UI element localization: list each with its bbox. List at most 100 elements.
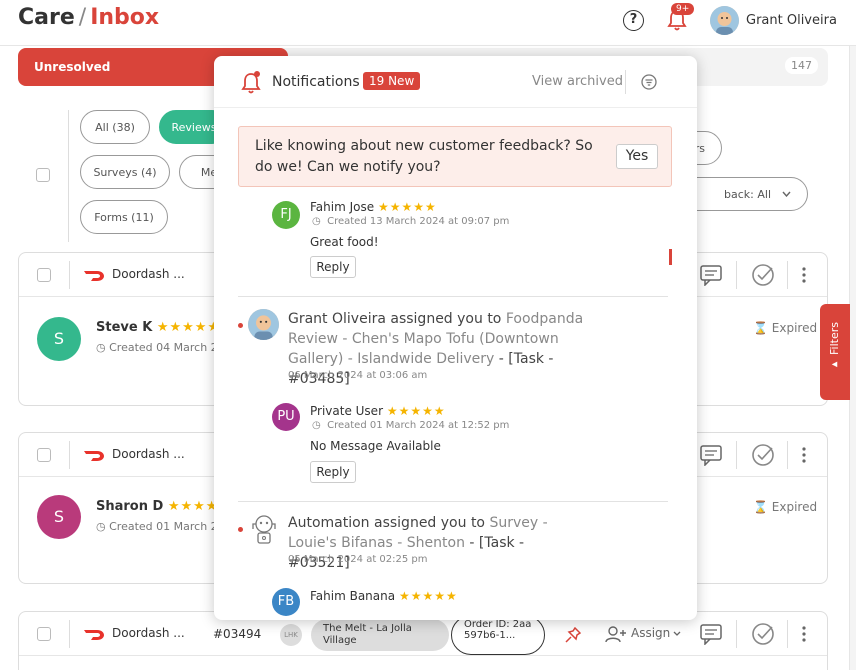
more-vertical-icon[interactable] (801, 626, 807, 642)
customer-avatar: S (37, 317, 81, 361)
filter-pill-all[interactable]: All (38) (80, 110, 150, 144)
review-created-text: Created 13 March 2024 at 09:07 pm (327, 216, 510, 227)
message-icon[interactable] (699, 623, 723, 645)
notifications-popover: Notifications 19 New View archived Like … (214, 56, 697, 620)
assign-user-icon[interactable] (605, 625, 627, 643)
filters-label[interactable]: ▸ Filters (828, 322, 841, 371)
assign-label[interactable]: Assign (631, 626, 670, 640)
review-text: Great food! (310, 235, 379, 249)
page-scrollbar[interactable] (849, 46, 856, 670)
help-icon[interactable]: ? (623, 10, 644, 31)
reply-button[interactable]: Reply (310, 256, 356, 278)
review-text: No Message Available (310, 439, 441, 453)
scroll-indicator (669, 249, 672, 265)
rating-stars: ★★★★★ (156, 320, 221, 335)
review-created: ◷ Created 01 March 2024 at 12:52 pm (312, 420, 510, 431)
toolbar-divider (69, 261, 70, 289)
created-date-text: Created 01 March 20 (109, 520, 225, 533)
notify-prompt: Like knowing about new customer feedback… (238, 126, 672, 187)
reviewer-avatar: FJ (272, 201, 300, 229)
filter-pill-forms[interactable]: Forms (11) (80, 200, 168, 234)
customer-name: Sharon D (96, 499, 164, 514)
view-archived-link[interactable]: View archived (532, 74, 623, 89)
status-text: Expired (771, 321, 818, 335)
location-chip[interactable]: The Melt - La Jolla Village (311, 619, 449, 651)
status-expired: ⌛ Expired (753, 500, 818, 514)
top-header: Care / Inbox ? 9+ Grant Oliveira (0, 0, 856, 46)
unread-dot (238, 527, 243, 532)
yes-button[interactable]: Yes (616, 144, 658, 169)
toolbar-divider (736, 261, 737, 289)
message-icon[interactable] (699, 264, 723, 286)
notification-divider (238, 501, 668, 502)
customer-name-row: Sharon D ★★★★★ (96, 499, 231, 514)
card-checkbox[interactable] (37, 627, 51, 641)
tab-count-badge: 147 (785, 57, 818, 74)
toolbar-divider (736, 441, 737, 469)
notification-count-badge: 9+ (671, 3, 695, 15)
toolbar-divider (787, 441, 788, 469)
assign-verb: assigned you to (390, 311, 502, 327)
chevron-down-icon[interactable] (673, 631, 681, 637)
toolbar-divider (736, 620, 737, 648)
notification-divider (238, 296, 668, 297)
reviewer-name: Private User (310, 404, 384, 418)
filter-icon[interactable] (641, 74, 657, 90)
page-title: Care / Inbox (18, 5, 159, 30)
location-avatar: LHK (280, 624, 302, 646)
rating-stars: ★★★★★ (386, 404, 446, 418)
user-avatar[interactable] (710, 6, 739, 35)
reviewer-name-row: Fahim Jose ★★★★★ (310, 200, 437, 214)
reviewer-avatar: FB (272, 588, 300, 616)
customer-name-row: Steve K ★★★★★ (96, 320, 220, 335)
toolbar-divider (787, 620, 788, 648)
notifications-title: Notifications (272, 74, 360, 90)
notifications-header: Notifications 19 New View archived (214, 56, 697, 108)
doordash-icon (84, 271, 104, 281)
toolbar-divider (787, 261, 788, 289)
breadcrumb-inbox: Inbox (90, 5, 160, 30)
more-vertical-icon[interactable] (801, 447, 807, 463)
filter-divider (68, 110, 69, 242)
pin-icon[interactable] (565, 627, 581, 643)
breadcrumb-care[interactable]: Care (18, 5, 75, 30)
resolve-check-icon[interactable] (751, 622, 775, 646)
reviewer-name: Fahim Jose (310, 200, 375, 214)
platform-name: Doordash ... (112, 626, 185, 640)
reviewer-name: Fahim Banana (310, 589, 396, 603)
user-name[interactable]: Grant Oliveira (746, 13, 837, 28)
assign-verb: assigned you to (374, 515, 485, 531)
created-date-text: Created 04 March 20 (109, 341, 225, 354)
bell-icon (241, 71, 261, 94)
resolve-check-icon[interactable] (751, 443, 775, 467)
select-all-checkbox[interactable] (36, 168, 50, 182)
resolve-check-icon[interactable] (751, 263, 775, 287)
customer-name: Steve K (96, 320, 153, 335)
reviewer-name-row: Private User ★★★★★ (310, 404, 446, 418)
assigner-name: Grant Oliveira (288, 311, 386, 327)
robot-icon (252, 515, 276, 544)
breadcrumb-separator: / (78, 5, 87, 30)
toolbar-divider (69, 620, 70, 648)
feedback-filter-label: back: All (724, 188, 771, 201)
customer-avatar: S (37, 495, 81, 539)
created-date: ◷ Created 01 March 20 (96, 520, 225, 533)
platform-name: Doordash ... (112, 267, 185, 281)
review-created: ◷ Created 13 March 2024 at 09:07 pm (312, 216, 510, 227)
notify-prompt-text: Like knowing about new customer feedback… (255, 138, 593, 175)
order-id-chip[interactable]: Order ID: 2aa597b6-1... (451, 615, 545, 655)
reply-button[interactable]: Reply (310, 461, 356, 483)
unread-dot (238, 323, 243, 328)
rating-stars: ★★★★★ (377, 200, 437, 214)
doordash-icon (84, 451, 104, 461)
header-divider (625, 70, 626, 94)
card-checkbox[interactable] (37, 448, 51, 462)
filters-label-text: Filters (828, 322, 841, 355)
filter-pill-surveys[interactable]: Surveys (4) (80, 155, 170, 189)
more-vertical-icon[interactable] (801, 267, 807, 283)
assigner-avatar (248, 309, 279, 340)
created-date: ◷ Created 04 March 20 (96, 341, 225, 354)
card-checkbox[interactable] (37, 268, 51, 282)
ticket-number: #03494 (213, 627, 262, 641)
message-icon[interactable] (699, 444, 723, 466)
